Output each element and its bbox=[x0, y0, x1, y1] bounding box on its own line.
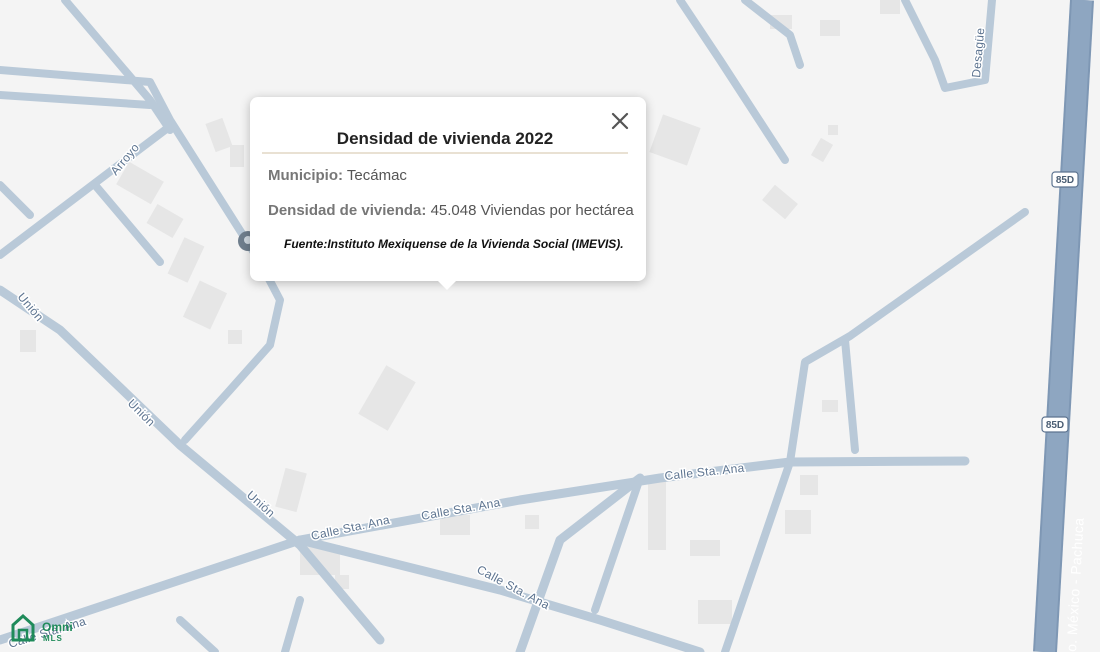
popup-title: Densidad de vivienda 2022 bbox=[262, 129, 628, 154]
densidad-label: Densidad de vivienda: bbox=[268, 202, 427, 219]
densidad-row: Densidad de vivienda: 45.048 Viviendas p… bbox=[268, 202, 634, 219]
source-note: Fuente:Instituto Mexiquense de la Vivien… bbox=[284, 237, 624, 251]
municipio-value: Tecámac bbox=[346, 167, 407, 184]
svg-text:Omni: Omni bbox=[42, 620, 73, 634]
popup-pointer bbox=[438, 281, 456, 290]
route-shield-85d: 85D bbox=[1051, 171, 1079, 188]
municipio-label: Municipio: bbox=[268, 167, 343, 184]
info-popup: Densidad de vivienda 2022 Municipio: Tec… bbox=[250, 97, 646, 290]
house-icon bbox=[11, 613, 35, 642]
route-shield-85d: 85D bbox=[1041, 416, 1069, 433]
svg-text:85D: 85D bbox=[1046, 420, 1064, 431]
municipio-row: Municipio: Tecámac bbox=[268, 167, 407, 184]
svg-text:85D: 85D bbox=[1056, 175, 1074, 186]
omni-mls-logo: Omni MLS bbox=[11, 613, 73, 643]
svg-text:MLS: MLS bbox=[43, 634, 63, 643]
densidad-value: 45.048 Viviendas por hectárea bbox=[430, 202, 634, 219]
